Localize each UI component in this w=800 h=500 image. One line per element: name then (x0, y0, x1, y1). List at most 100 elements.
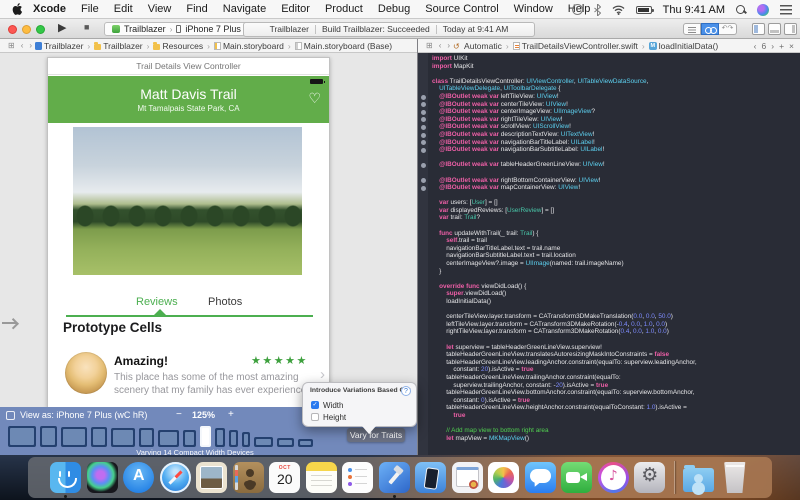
vary-for-traits-button[interactable]: Vary for Traits (347, 428, 405, 442)
outlet-connection-dot[interactable] (421, 163, 426, 168)
ipad-landscape-icon[interactable] (111, 428, 135, 447)
wifi-icon[interactable] (612, 5, 625, 15)
iphone-portrait-icon[interactable] (242, 432, 250, 447)
calendar-dock-icon[interactable]: OCT20 (269, 462, 300, 493)
help-button[interactable]: ? (401, 386, 411, 396)
reminders-dock-icon[interactable] (342, 462, 373, 493)
counterpart-prev-icon[interactable]: ‹ (754, 41, 757, 51)
apple-menu-icon[interactable] (12, 3, 23, 15)
window-close-button[interactable] (8, 25, 17, 34)
view-as-label[interactable]: View as: iPhone 7 Plus (wC hR) (20, 410, 147, 420)
finder-dock-icon[interactable] (50, 462, 81, 493)
messages-dock-icon[interactable] (525, 462, 556, 493)
spotlight-icon[interactable] (736, 5, 746, 15)
ipad-portrait-icon[interactable] (139, 428, 154, 447)
breadcrumb-item[interactable]: Trailblazer (35, 41, 83, 51)
system-preferences-dock-icon[interactable] (634, 462, 665, 493)
trail-name-label[interactable]: Matt Davis Trail (48, 86, 329, 102)
bluetooth-icon[interactable] (594, 4, 601, 16)
iphone-portrait-selected-icon[interactable] (200, 426, 211, 447)
close-assistant-icon[interactable]: × (789, 41, 794, 51)
siri-dock-icon[interactable] (87, 462, 118, 493)
menu-window[interactable]: Window (514, 3, 553, 15)
breadcrumb-item[interactable]: TrailDetailsViewController.swift (513, 41, 638, 51)
notes-dock-icon[interactable] (306, 462, 337, 493)
breadcrumb-item[interactable]: ↺Automatic (453, 41, 502, 51)
reviewer-avatar[interactable] (65, 352, 107, 394)
safari-dock-icon[interactable] (160, 462, 191, 493)
menu-find[interactable]: Find (186, 3, 207, 15)
disclosure-chevron-icon[interactable]: › (320, 366, 325, 383)
ipad-portrait-icon[interactable] (91, 427, 107, 447)
simulator-dock-icon[interactable] (415, 462, 446, 493)
menu-clock[interactable]: Thu 9:41 AM (663, 4, 725, 16)
favorite-heart-icon[interactable]: ♡ (308, 91, 321, 107)
scheme-selector[interactable]: Trailblazer › iPhone 7 Plus (104, 22, 249, 36)
forward-icon[interactable]: › (447, 41, 450, 50)
menu-editor[interactable]: Editor (281, 3, 310, 15)
breadcrumb-item[interactable]: Main.storyboard (Base) (295, 41, 392, 51)
ipad-landscape-icon[interactable] (8, 426, 36, 447)
notification-center-icon[interactable] (780, 5, 792, 15)
back-icon[interactable]: ‹ (439, 41, 442, 50)
photos-dock-icon[interactable] (488, 462, 519, 493)
ipad-landscape-icon[interactable] (158, 430, 179, 447)
menu-file[interactable]: File (81, 3, 99, 15)
iphone-portrait-icon[interactable] (229, 430, 238, 447)
checked-checkbox[interactable]: ✓ (311, 401, 319, 409)
outlet-connection-dot[interactable] (421, 178, 426, 183)
battery-icon[interactable] (636, 6, 652, 14)
outlet-connection-dot[interactable] (421, 148, 426, 153)
assistant-editor-button[interactable] (701, 23, 719, 35)
iphone-landscape-icon[interactable] (277, 438, 294, 447)
folder-dock-icon[interactable] (683, 468, 714, 492)
zoom-out-button[interactable]: − (176, 409, 182, 420)
related-items-icon[interactable]: ⊞ (8, 41, 15, 50)
source-editor[interactable]: import UIKitimport MapKit class TrailDet… (418, 53, 800, 455)
ipad-portrait-icon[interactable] (183, 430, 196, 447)
breadcrumb-item[interactable]: Resources (153, 41, 203, 51)
stop-button[interactable]: ■ (84, 22, 89, 32)
review-body[interactable]: This place has some of the most amazing … (114, 371, 318, 397)
popover-option-width[interactable]: ✓Width (311, 399, 346, 411)
outlet-connection-dot[interactable] (421, 125, 426, 130)
menu-navigate[interactable]: Navigate (223, 3, 266, 15)
menu-debug[interactable]: Debug (378, 3, 410, 15)
menu-edit[interactable]: Edit (114, 3, 133, 15)
facetime-dock-icon[interactable] (561, 462, 592, 493)
mail-dock-icon[interactable] (196, 462, 227, 493)
outlet-connection-dot[interactable] (421, 140, 426, 145)
outlet-connection-dot[interactable] (421, 102, 426, 107)
iphone-portrait-icon[interactable] (215, 428, 225, 447)
menu-xcode[interactable]: Xcode (33, 3, 66, 15)
inspector-panel-button[interactable] (784, 23, 797, 35)
zoom-level[interactable]: 125% (192, 410, 215, 420)
breadcrumb-item[interactable]: Main.storyboard (214, 41, 284, 51)
time-machine-icon[interactable] (572, 4, 583, 15)
breadcrumb-item[interactable]: MloadInitialData() (649, 41, 719, 51)
debug-area-button[interactable] (768, 23, 781, 35)
tab-photos[interactable]: Photos (208, 296, 242, 308)
outlet-connection-dot[interactable] (421, 133, 426, 138)
window-badge-dock-icon[interactable] (452, 462, 483, 493)
related-items-icon[interactable]: ⊞ (426, 41, 433, 50)
version-editor-button[interactable]: ↶↷ (719, 23, 737, 35)
ipad-portrait-icon[interactable] (40, 426, 57, 447)
popover-option-height[interactable]: Height (311, 411, 346, 423)
trail-location-label[interactable]: Mt Tamalpais State Park, CA (48, 104, 329, 113)
breadcrumb-item[interactable]: Trailblazer (94, 41, 142, 51)
siri-menu-icon[interactable] (757, 4, 769, 16)
menu-source-control[interactable]: Source Control (425, 3, 498, 15)
iphone-landscape-icon[interactable] (254, 437, 273, 447)
trail-details-view-controller[interactable]: Trail Details View Controller Matt Davis… (47, 57, 330, 407)
trail-photo[interactable] (73, 127, 302, 275)
view-controller-title[interactable]: Trail Details View Controller (48, 58, 329, 75)
code-text[interactable]: import UIKitimport MapKit class TrailDet… (432, 55, 697, 442)
menu-view[interactable]: View (148, 3, 172, 15)
outlet-connection-dot[interactable] (421, 186, 426, 191)
review-title[interactable]: Amazing! (114, 354, 168, 368)
navigation-bar[interactable]: Matt Davis Trail Mt Tamalpais State Park… (48, 76, 329, 123)
itunes-dock-icon[interactable] (598, 462, 629, 493)
outlet-connection-dot[interactable] (421, 117, 426, 122)
contacts-dock-icon[interactable] (233, 462, 264, 493)
